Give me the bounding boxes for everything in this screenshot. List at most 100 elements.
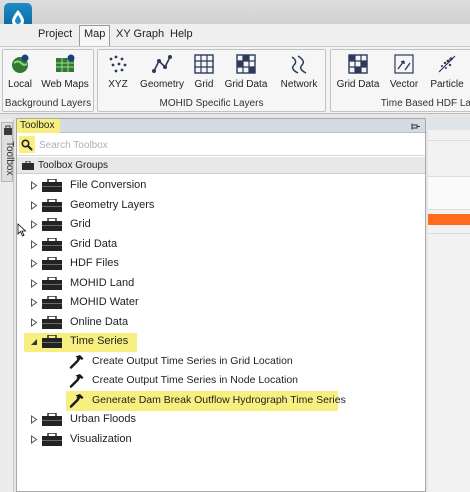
expand-arrow-icon[interactable] bbox=[30, 298, 38, 307]
map-area-background bbox=[428, 118, 470, 492]
toolbox-icon bbox=[22, 161, 34, 170]
expand-arrow-icon[interactable] bbox=[30, 317, 38, 327]
menu-project[interactable]: Project bbox=[38, 28, 72, 40]
hammer-tool-icon bbox=[69, 354, 85, 369]
tree-group-time-series[interactable]: Time Series bbox=[17, 332, 425, 352]
geometry-icon bbox=[151, 53, 173, 75]
particle-button[interactable]: Particle bbox=[427, 53, 467, 90]
ribbon-group-background-layers: Local Web Maps Background Layers bbox=[2, 49, 94, 112]
grid-data-button[interactable]: Grid Data bbox=[222, 53, 270, 90]
grid-button[interactable]: Grid bbox=[190, 53, 218, 90]
tree-group-label: MOHID Land bbox=[70, 276, 135, 289]
toolbox-side-tab-label: Toolbox bbox=[4, 141, 15, 176]
search-input[interactable] bbox=[39, 137, 419, 153]
web-maps-button[interactable]: Web Maps bbox=[39, 53, 91, 90]
tree-tool-label: Create Output Time Series in Node Locati… bbox=[92, 374, 299, 386]
expand-arrow-icon[interactable] bbox=[30, 259, 38, 268]
toolbox-icon bbox=[4, 125, 12, 135]
hammer-tool-icon bbox=[69, 393, 85, 408]
toolbox-folder-icon bbox=[42, 334, 62, 348]
toolbox-folder-icon bbox=[42, 314, 62, 329]
hammer-tool-icon bbox=[69, 373, 85, 388]
expand-arrow-icon[interactable] bbox=[30, 278, 38, 288]
toolbox-panel-header: Toolbox bbox=[17, 119, 425, 133]
local-button[interactable]: Local bbox=[5, 53, 35, 90]
xyz-button[interactable]: XYZ bbox=[102, 53, 134, 90]
menu-xy-graph[interactable]: XY Graph bbox=[116, 28, 164, 40]
toolbox-folder-icon bbox=[42, 178, 62, 192]
tree-tool-item[interactable]: Create Output Time Series in Grid Locati… bbox=[17, 352, 425, 371]
panel-title: Toolbox bbox=[17, 119, 61, 133]
expand-arrow-icon[interactable] bbox=[30, 200, 38, 210]
ribbon-group-label: Background Layers bbox=[4, 98, 92, 109]
selected-row-highlight bbox=[428, 214, 470, 225]
grid-data-icon bbox=[235, 53, 257, 75]
geometry-button[interactable]: Geometry bbox=[138, 53, 186, 90]
ribbon: Local Web Maps Background Layers XYZ Geo… bbox=[0, 46, 470, 114]
expand-arrow-icon[interactable] bbox=[30, 220, 38, 229]
toolbox-folder-icon bbox=[42, 217, 62, 231]
toolbox-folder-icon bbox=[42, 197, 62, 212]
grid-data-icon bbox=[347, 53, 369, 75]
toolbox-folder-icon bbox=[42, 256, 62, 270]
toolbox-folder-icon bbox=[42, 431, 62, 446]
divider bbox=[428, 140, 470, 141]
tree-group-label: Time Series bbox=[70, 335, 129, 347]
tree-group-hdf-files[interactable]: HDF Files bbox=[17, 254, 425, 273]
ribbon-group-label: MOHID Specific Layers bbox=[159, 98, 264, 109]
network-icon bbox=[288, 53, 310, 75]
tree-tool-item[interactable]: Create Output Time Series in Node Locati… bbox=[17, 371, 425, 390]
expand-arrow-icon[interactable] bbox=[30, 434, 38, 444]
tree-group-label: Online Data bbox=[70, 315, 129, 328]
search-row bbox=[17, 134, 425, 156]
menu-map[interactable]: Map bbox=[79, 25, 111, 46]
title-bar bbox=[0, 0, 470, 24]
tree-group-geometry-layers[interactable]: Geometry Layers bbox=[17, 196, 425, 215]
divider bbox=[428, 233, 470, 234]
tree-group-label: Grid bbox=[70, 218, 91, 230]
pin-icon[interactable] bbox=[411, 121, 421, 131]
tree-group-label: File Conversion bbox=[70, 179, 147, 191]
tree-group-label: Urban Floods bbox=[70, 413, 137, 425]
tree-group-visualization[interactable]: Visualization bbox=[17, 430, 425, 449]
toolbox-folder-icon bbox=[42, 236, 62, 251]
tree-group-label: Geometry Layers bbox=[70, 198, 155, 211]
menu-help[interactable]: Help bbox=[170, 28, 193, 40]
ribbon-group-mohid-specific-layers: XYZ Geometry Grid Grid Data Network MOHI… bbox=[97, 49, 326, 112]
tree-tool-label: Generate Dam Break Outflow Hydrograph Ti… bbox=[92, 393, 346, 406]
tree-group-file-conversion[interactable]: File Conversion bbox=[17, 176, 425, 195]
expand-arrow-expanded-icon[interactable] bbox=[30, 337, 38, 346]
hdf-grid-data-button[interactable]: Grid Data bbox=[335, 53, 381, 90]
network-button[interactable]: Network bbox=[276, 53, 322, 90]
tree-group-mohid-land[interactable]: MOHID Land bbox=[17, 274, 425, 293]
expand-arrow-icon[interactable] bbox=[30, 239, 38, 249]
tree-group-label: MOHID Water bbox=[70, 296, 139, 308]
vector-icon bbox=[393, 53, 415, 75]
toolbox-groups-header: Toolbox Groups bbox=[17, 157, 425, 174]
search-icon bbox=[19, 136, 35, 153]
expand-arrow-icon[interactable] bbox=[30, 181, 38, 190]
tree-group-urban-floods[interactable]: Urban Floods bbox=[17, 410, 425, 429]
toolbox-folder-icon bbox=[42, 295, 62, 309]
globe-local-icon bbox=[9, 53, 31, 75]
tree-group-label: Visualization bbox=[70, 432, 132, 445]
globe-web-icon bbox=[54, 53, 76, 75]
tree-tool-item[interactable]: Generate Dam Break Outflow Hydrograph Ti… bbox=[17, 390, 425, 411]
tree-group-online-data[interactable]: Online Data bbox=[17, 313, 425, 332]
toolbox-side-tab[interactable]: Toolbox bbox=[1, 122, 15, 182]
particle-icon bbox=[436, 53, 458, 75]
expand-arrow-icon[interactable] bbox=[30, 415, 38, 424]
toolbox-folder-icon bbox=[42, 412, 62, 426]
tree-group-grid-data[interactable]: Grid Data bbox=[17, 235, 425, 254]
vector-button[interactable]: Vector bbox=[387, 53, 421, 90]
toolbox-panel: Toolbox Toolbox Groups File Conversion Ge… bbox=[16, 118, 426, 492]
tree-group-label: Grid Data bbox=[70, 237, 118, 250]
ribbon-group-time-based-hdf-layers: Grid Data Vector Particle Time Based HDF… bbox=[330, 49, 470, 112]
side-tab-strip: Toolbox bbox=[0, 119, 15, 492]
tree-group-grid[interactable]: Grid bbox=[17, 215, 425, 234]
tree-group-mohid-water[interactable]: MOHID Water bbox=[17, 293, 425, 312]
grid-icon bbox=[193, 53, 215, 75]
mouse-cursor-icon bbox=[17, 223, 27, 237]
right-panel-block bbox=[428, 176, 470, 210]
tree-tool-label: Create Output Time Series in Grid Locati… bbox=[92, 354, 293, 367]
